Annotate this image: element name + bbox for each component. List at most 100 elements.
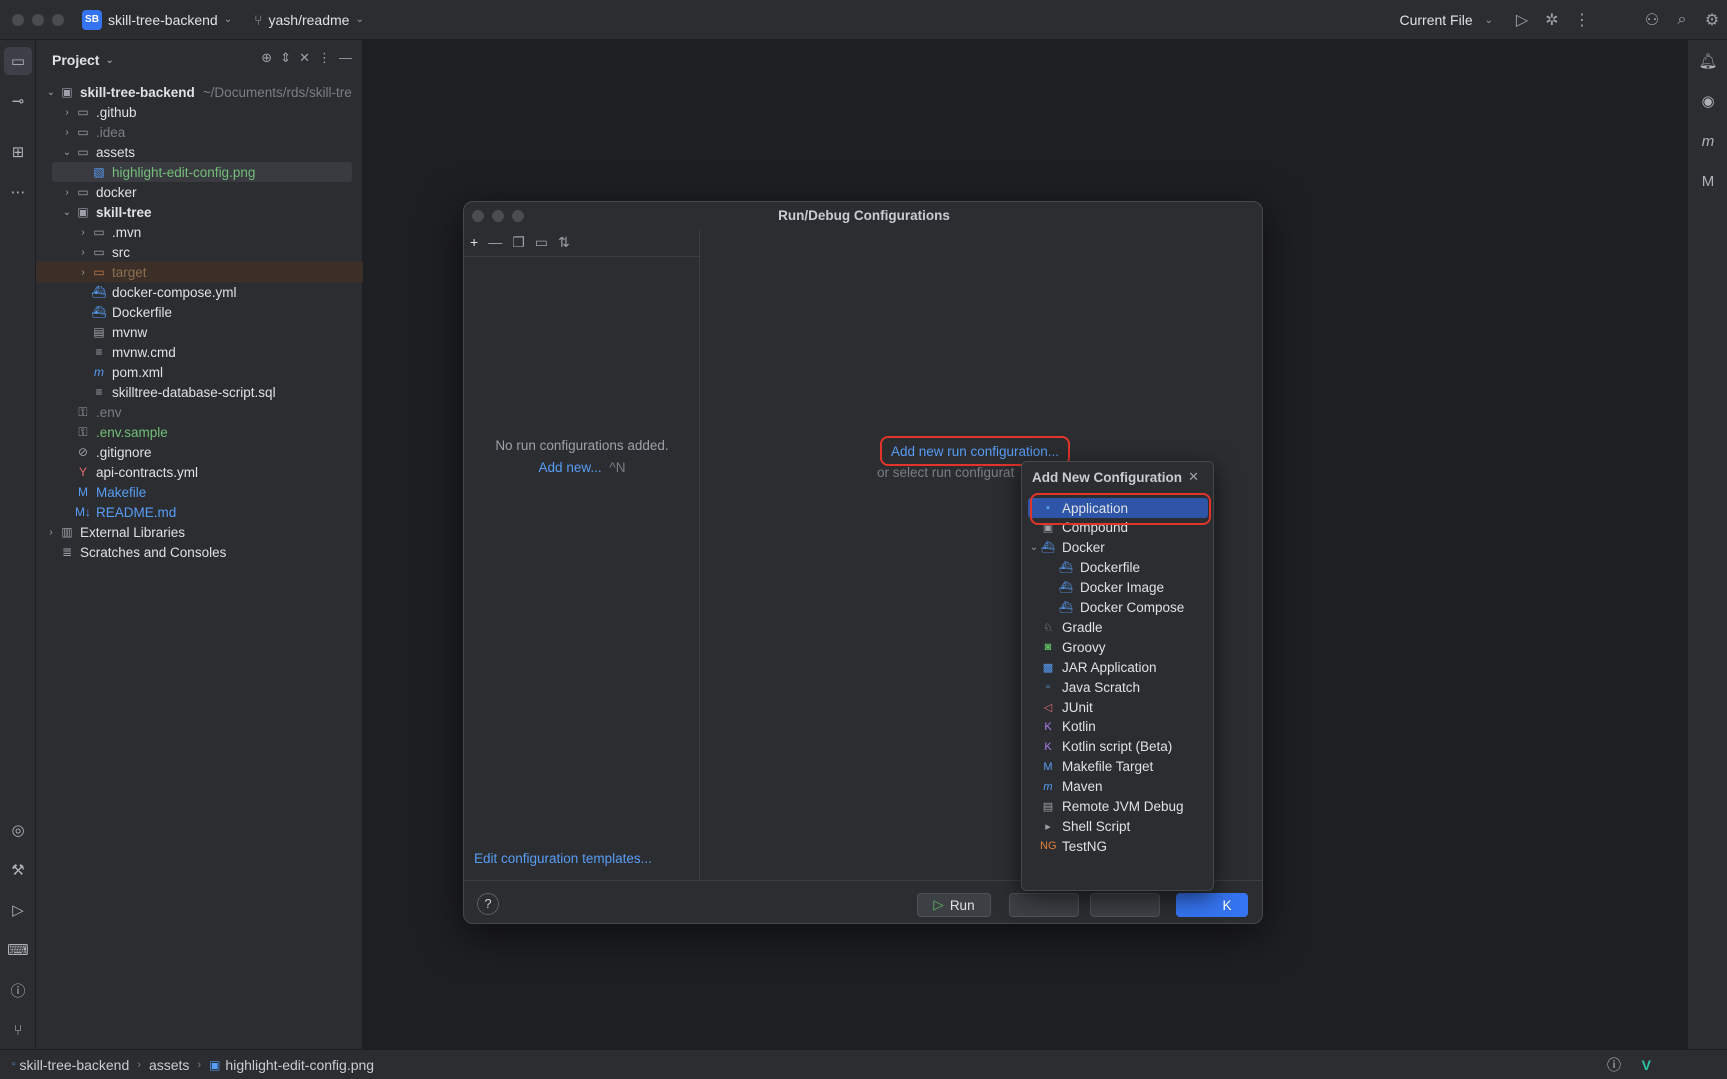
terminal-icon[interactable]: ⌨ bbox=[4, 936, 32, 964]
apply-button[interactable] bbox=[1009, 893, 1079, 917]
jar-icon: ▩ bbox=[1042, 661, 1054, 674]
structure-icon[interactable]: ⊞ bbox=[4, 138, 32, 166]
notifications-icon[interactable]: 🔔︎ bbox=[1694, 47, 1722, 75]
config-type-item[interactable]: ▤ Remote JVM Debug bbox=[1028, 797, 1208, 817]
tree-item[interactable]: › ▭ .github bbox=[36, 102, 363, 122]
services-icon[interactable]: ◎ bbox=[4, 816, 32, 844]
run-tool-icon[interactable]: ▷ bbox=[4, 896, 32, 924]
tree-item[interactable]: ⌄ ▭ assets bbox=[36, 142, 363, 162]
tree-item[interactable]: ≡ skilltree-database-script.sql bbox=[36, 382, 363, 402]
tree-item[interactable]: M Makefile bbox=[36, 482, 363, 502]
options-icon[interactable]: ⋮ bbox=[318, 50, 331, 66]
config-type-item[interactable]: ⌄ ⛴ Docker bbox=[1028, 538, 1208, 558]
expand-all-icon[interactable]: ⇕ bbox=[280, 50, 291, 66]
tree-item[interactable]: ⛴ Dockerfile bbox=[36, 302, 363, 322]
warning-icon[interactable]: ⓘ bbox=[1607, 1055, 1621, 1075]
tree-item[interactable]: ⌄ ▣ skill-tree-backend ~/Documents/rds/skil… bbox=[36, 82, 363, 102]
chevron-right-icon[interactable]: › bbox=[60, 187, 74, 198]
ok-button[interactable]: K bbox=[1176, 893, 1248, 917]
tree-item[interactable]: › ▭ .mvn bbox=[36, 222, 363, 242]
tree-item[interactable]: ≣ Scratches and Consoles bbox=[36, 542, 363, 562]
config-type-item[interactable]: m Maven bbox=[1028, 777, 1208, 797]
chevron-right-icon[interactable]: › bbox=[76, 227, 90, 238]
config-type-item[interactable]: K Kotlin script (Beta) bbox=[1028, 737, 1208, 757]
sort-icon[interactable]: ⇅ bbox=[558, 234, 570, 251]
chevron-right-icon[interactable]: › bbox=[44, 527, 58, 538]
config-type-item[interactable]: ⛴ Dockerfile bbox=[1028, 558, 1208, 578]
folder-icon[interactable]: ▭ bbox=[535, 234, 548, 251]
maven-icon[interactable]: m bbox=[1694, 127, 1722, 155]
edit-templates-link[interactable]: Edit configuration templates... bbox=[474, 851, 652, 866]
tree-item[interactable]: M↓ README.md bbox=[36, 502, 363, 522]
more-options-icon[interactable]: ⋮ bbox=[1567, 10, 1597, 30]
collapse-all-icon[interactable]: ✕ bbox=[299, 50, 310, 66]
tree-item[interactable]: ⊘ .gitignore bbox=[36, 442, 363, 462]
run-button[interactable]: ▷ Run bbox=[917, 893, 991, 917]
tree-item[interactable]: › ▭ docker bbox=[36, 182, 363, 202]
add-user-icon[interactable]: ⚇ bbox=[1637, 10, 1667, 30]
vcs-status-icon[interactable]: V bbox=[1642, 1057, 1651, 1073]
ai-assistant-icon[interactable]: ◉ bbox=[1694, 87, 1722, 115]
config-type-item[interactable]: K Kotlin bbox=[1028, 717, 1208, 737]
project-folder-icon[interactable]: ▭ bbox=[4, 47, 32, 75]
add-icon[interactable]: + bbox=[470, 234, 478, 251]
tree-item[interactable]: ⚿ .env bbox=[36, 402, 363, 422]
cancel-button[interactable] bbox=[1090, 893, 1160, 917]
run-target-selector[interactable]: Current File bbox=[1399, 12, 1472, 28]
git-icon[interactable]: ⑂ bbox=[4, 1016, 32, 1044]
tree-item[interactable]: ▧ highlight-edit-config.png bbox=[52, 162, 352, 182]
breadcrumb-folder[interactable]: assets bbox=[149, 1057, 189, 1073]
chevron-down-icon[interactable]: ⌄ bbox=[60, 147, 74, 158]
window-controls[interactable] bbox=[12, 13, 64, 26]
search-icon[interactable]: ⌕ bbox=[1667, 11, 1697, 29]
chevron-right-icon[interactable]: › bbox=[76, 247, 90, 258]
chevron-right-icon[interactable]: › bbox=[76, 267, 90, 278]
tree-item[interactable]: ≡ mvnw.cmd bbox=[36, 342, 363, 362]
more-tools-icon[interactable]: ⋯ bbox=[4, 178, 32, 206]
chevron-down-icon[interactable]: ⌄ bbox=[44, 87, 58, 98]
chevron-right-icon[interactable]: › bbox=[60, 107, 74, 118]
make-icon[interactable]: M bbox=[1694, 167, 1722, 195]
tree-item[interactable]: m pom.xml bbox=[36, 362, 363, 382]
config-type-item[interactable]: ♘ Gradle bbox=[1028, 617, 1208, 637]
tree-item[interactable]: ▤ mvnw bbox=[36, 322, 363, 342]
tree-item[interactable]: › ▭ .idea bbox=[36, 122, 363, 142]
run-icon[interactable]: ▷ bbox=[1507, 10, 1537, 30]
project-switcher[interactable]: skill-tree-backend bbox=[108, 12, 218, 28]
problems-icon[interactable]: ⓘ bbox=[4, 976, 32, 1004]
config-type-item[interactable]: ▫ Java Scratch bbox=[1028, 677, 1208, 697]
close-icon[interactable]: ✕ bbox=[1188, 469, 1199, 485]
tree-item[interactable]: › ▥ External Libraries bbox=[36, 522, 363, 542]
tree-item[interactable]: › ▭ src bbox=[36, 242, 363, 262]
gear-icon[interactable]: ⚙ bbox=[1697, 10, 1727, 30]
config-type-item[interactable]: ▩ JAR Application bbox=[1028, 657, 1208, 677]
copy-icon[interactable]: ❐ bbox=[512, 234, 525, 251]
build-icon[interactable]: ⚒ bbox=[4, 856, 32, 884]
config-type-item[interactable]: NG TestNG bbox=[1028, 836, 1208, 856]
chevron-down-icon[interactable]: ⌄ bbox=[60, 207, 74, 218]
add-new-link[interactable]: Add new... bbox=[539, 460, 602, 475]
tree-item[interactable]: › ▭ target bbox=[36, 262, 363, 282]
hide-icon[interactable]: — bbox=[339, 50, 352, 66]
help-button[interactable]: ? bbox=[477, 893, 499, 915]
tree-item[interactable]: ⛴ docker-compose.yml bbox=[36, 282, 363, 302]
tree-item-label: .idea bbox=[96, 124, 126, 140]
tree-item[interactable]: ⚿ .env.sample bbox=[36, 422, 363, 442]
config-type-item[interactable]: ▸ Shell Script bbox=[1028, 816, 1208, 836]
tree-item[interactable]: ⌄ ▣ skill-tree bbox=[36, 202, 363, 222]
branch-switcher[interactable]: yash/readme bbox=[269, 12, 350, 28]
remove-icon[interactable]: — bbox=[488, 234, 502, 251]
chevron-down-icon[interactable]: ⌄ bbox=[1028, 542, 1040, 553]
config-type-item[interactable]: ◁ JUnit bbox=[1028, 697, 1208, 717]
debug-icon[interactable]: ✲ bbox=[1537, 10, 1567, 30]
config-type-item[interactable]: ⛴ Docker Image bbox=[1028, 578, 1208, 598]
locate-icon[interactable]: ⊕ bbox=[261, 50, 272, 66]
breadcrumb-file[interactable]: highlight-edit-config.png bbox=[225, 1057, 374, 1073]
config-type-item[interactable]: ⛴ Docker Compose bbox=[1028, 598, 1208, 618]
tree-item[interactable]: Yapi-contracts.yml bbox=[36, 462, 363, 482]
config-type-item[interactable]: M Makefile Target bbox=[1028, 757, 1208, 777]
breadcrumb-project[interactable]: skill-tree-backend bbox=[20, 1057, 130, 1073]
commit-icon[interactable]: ⊸ bbox=[4, 87, 32, 115]
chevron-right-icon[interactable]: › bbox=[60, 127, 74, 138]
config-type-item[interactable]: ◙ Groovy bbox=[1028, 637, 1208, 657]
